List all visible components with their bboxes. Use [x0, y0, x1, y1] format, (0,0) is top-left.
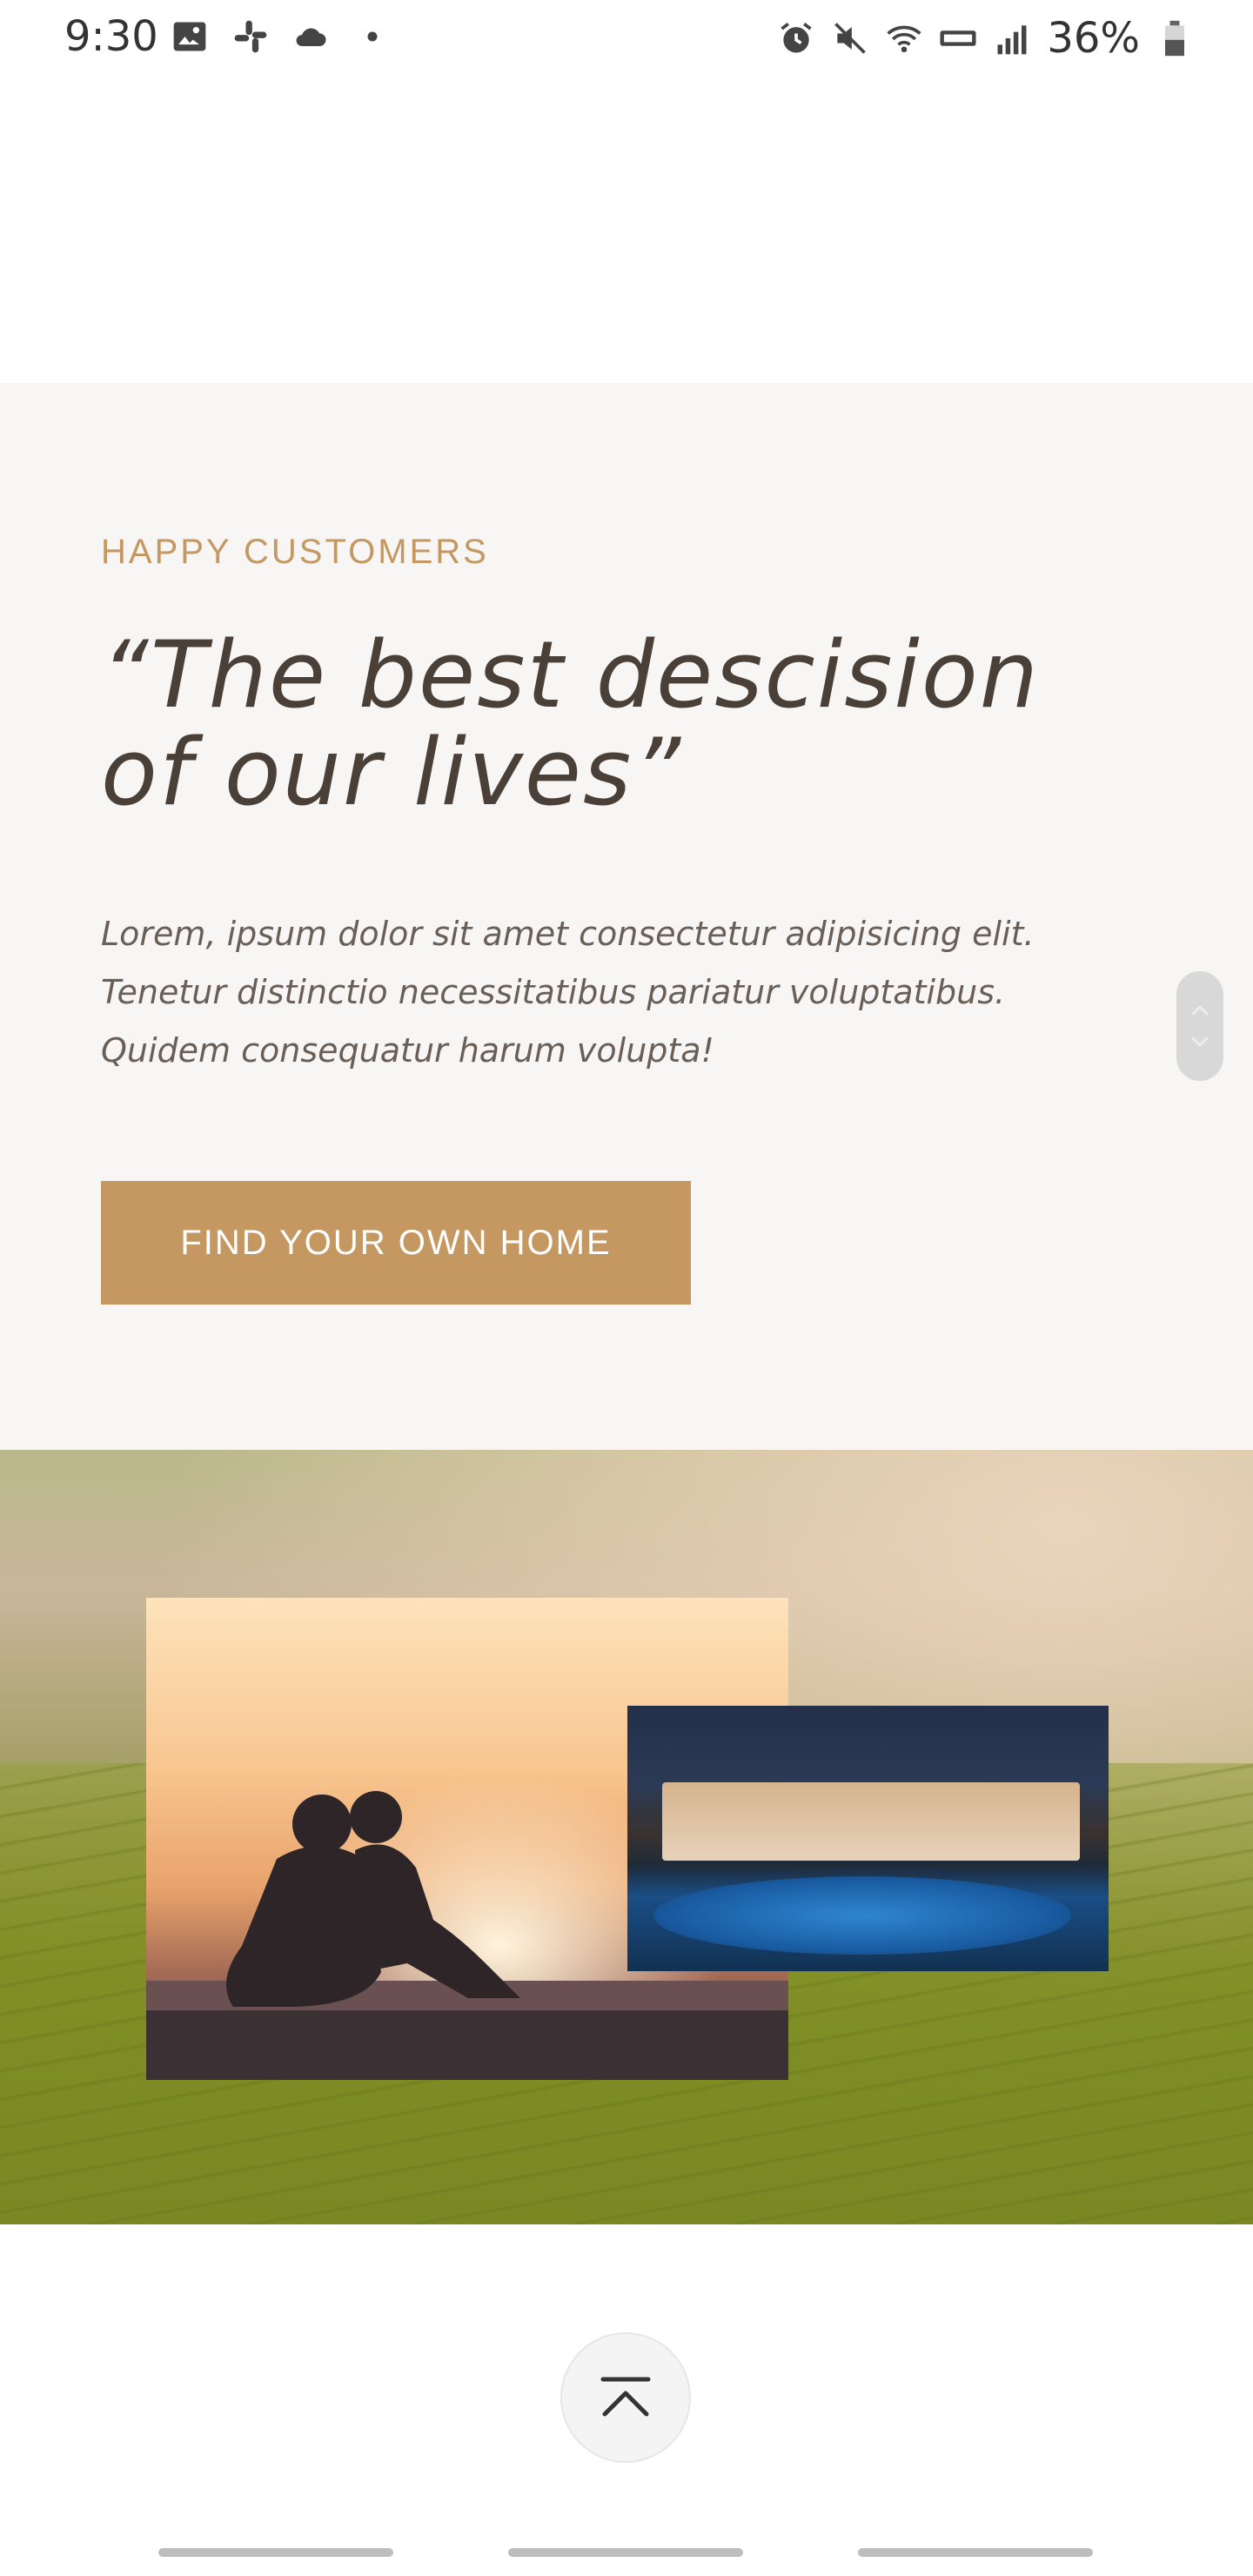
gesture-bar-right[interactable]: [858, 2548, 1093, 2557]
chevron-up-icon[interactable]: [1189, 1003, 1211, 1018]
find-home-button[interactable]: FIND YOUR OWN HOME: [101, 1181, 691, 1305]
section-eyebrow: HAPPY CUSTOMERS: [101, 533, 489, 571]
dot-icon: [367, 31, 378, 42]
chevron-up-bar-icon: [600, 2377, 651, 2417]
battery-icon: [1165, 20, 1184, 57]
bottom-area: [0, 2224, 1253, 2576]
battery-percent: 36%: [1047, 14, 1140, 63]
mute-icon: [834, 23, 867, 54]
alarm-icon: [781, 23, 812, 53]
gesture-bar-left[interactable]: [158, 2548, 393, 2557]
pool-water: [653, 1876, 1071, 1955]
testimonial-quote: “The best descision of our lives”: [101, 621, 1040, 826]
villa-building: [662, 1782, 1080, 1861]
status-time: 9:30: [64, 12, 158, 61]
status-left-icons: [171, 17, 392, 56]
image-icon: [173, 22, 206, 51]
side-scroller[interactable]: [1176, 971, 1223, 1081]
slack-icon: [234, 20, 267, 53]
wifi-icon: [887, 25, 921, 53]
gallery-section: [0, 1450, 1253, 2224]
status-bar: 9:30 36%: [0, 0, 1253, 78]
back-to-top-button[interactable]: [560, 2332, 691, 2463]
cloud-icon: [296, 28, 326, 46]
chevron-down-icon[interactable]: [1189, 1034, 1211, 1050]
status-right-icons: 36%: [777, 14, 1194, 63]
signal-icon: [997, 25, 1027, 55]
gesture-bar-center[interactable]: [508, 2548, 743, 2557]
testimonial-body: Lorem, ipsum dolor sit amet consectetur …: [101, 915, 1035, 1070]
villa-pool-image: [627, 1706, 1109, 1971]
volte-icon: [940, 30, 976, 46]
blank-header-area: [0, 78, 1253, 383]
testimonial-section: HAPPY CUSTOMERS “The best descision of o…: [0, 383, 1253, 1450]
